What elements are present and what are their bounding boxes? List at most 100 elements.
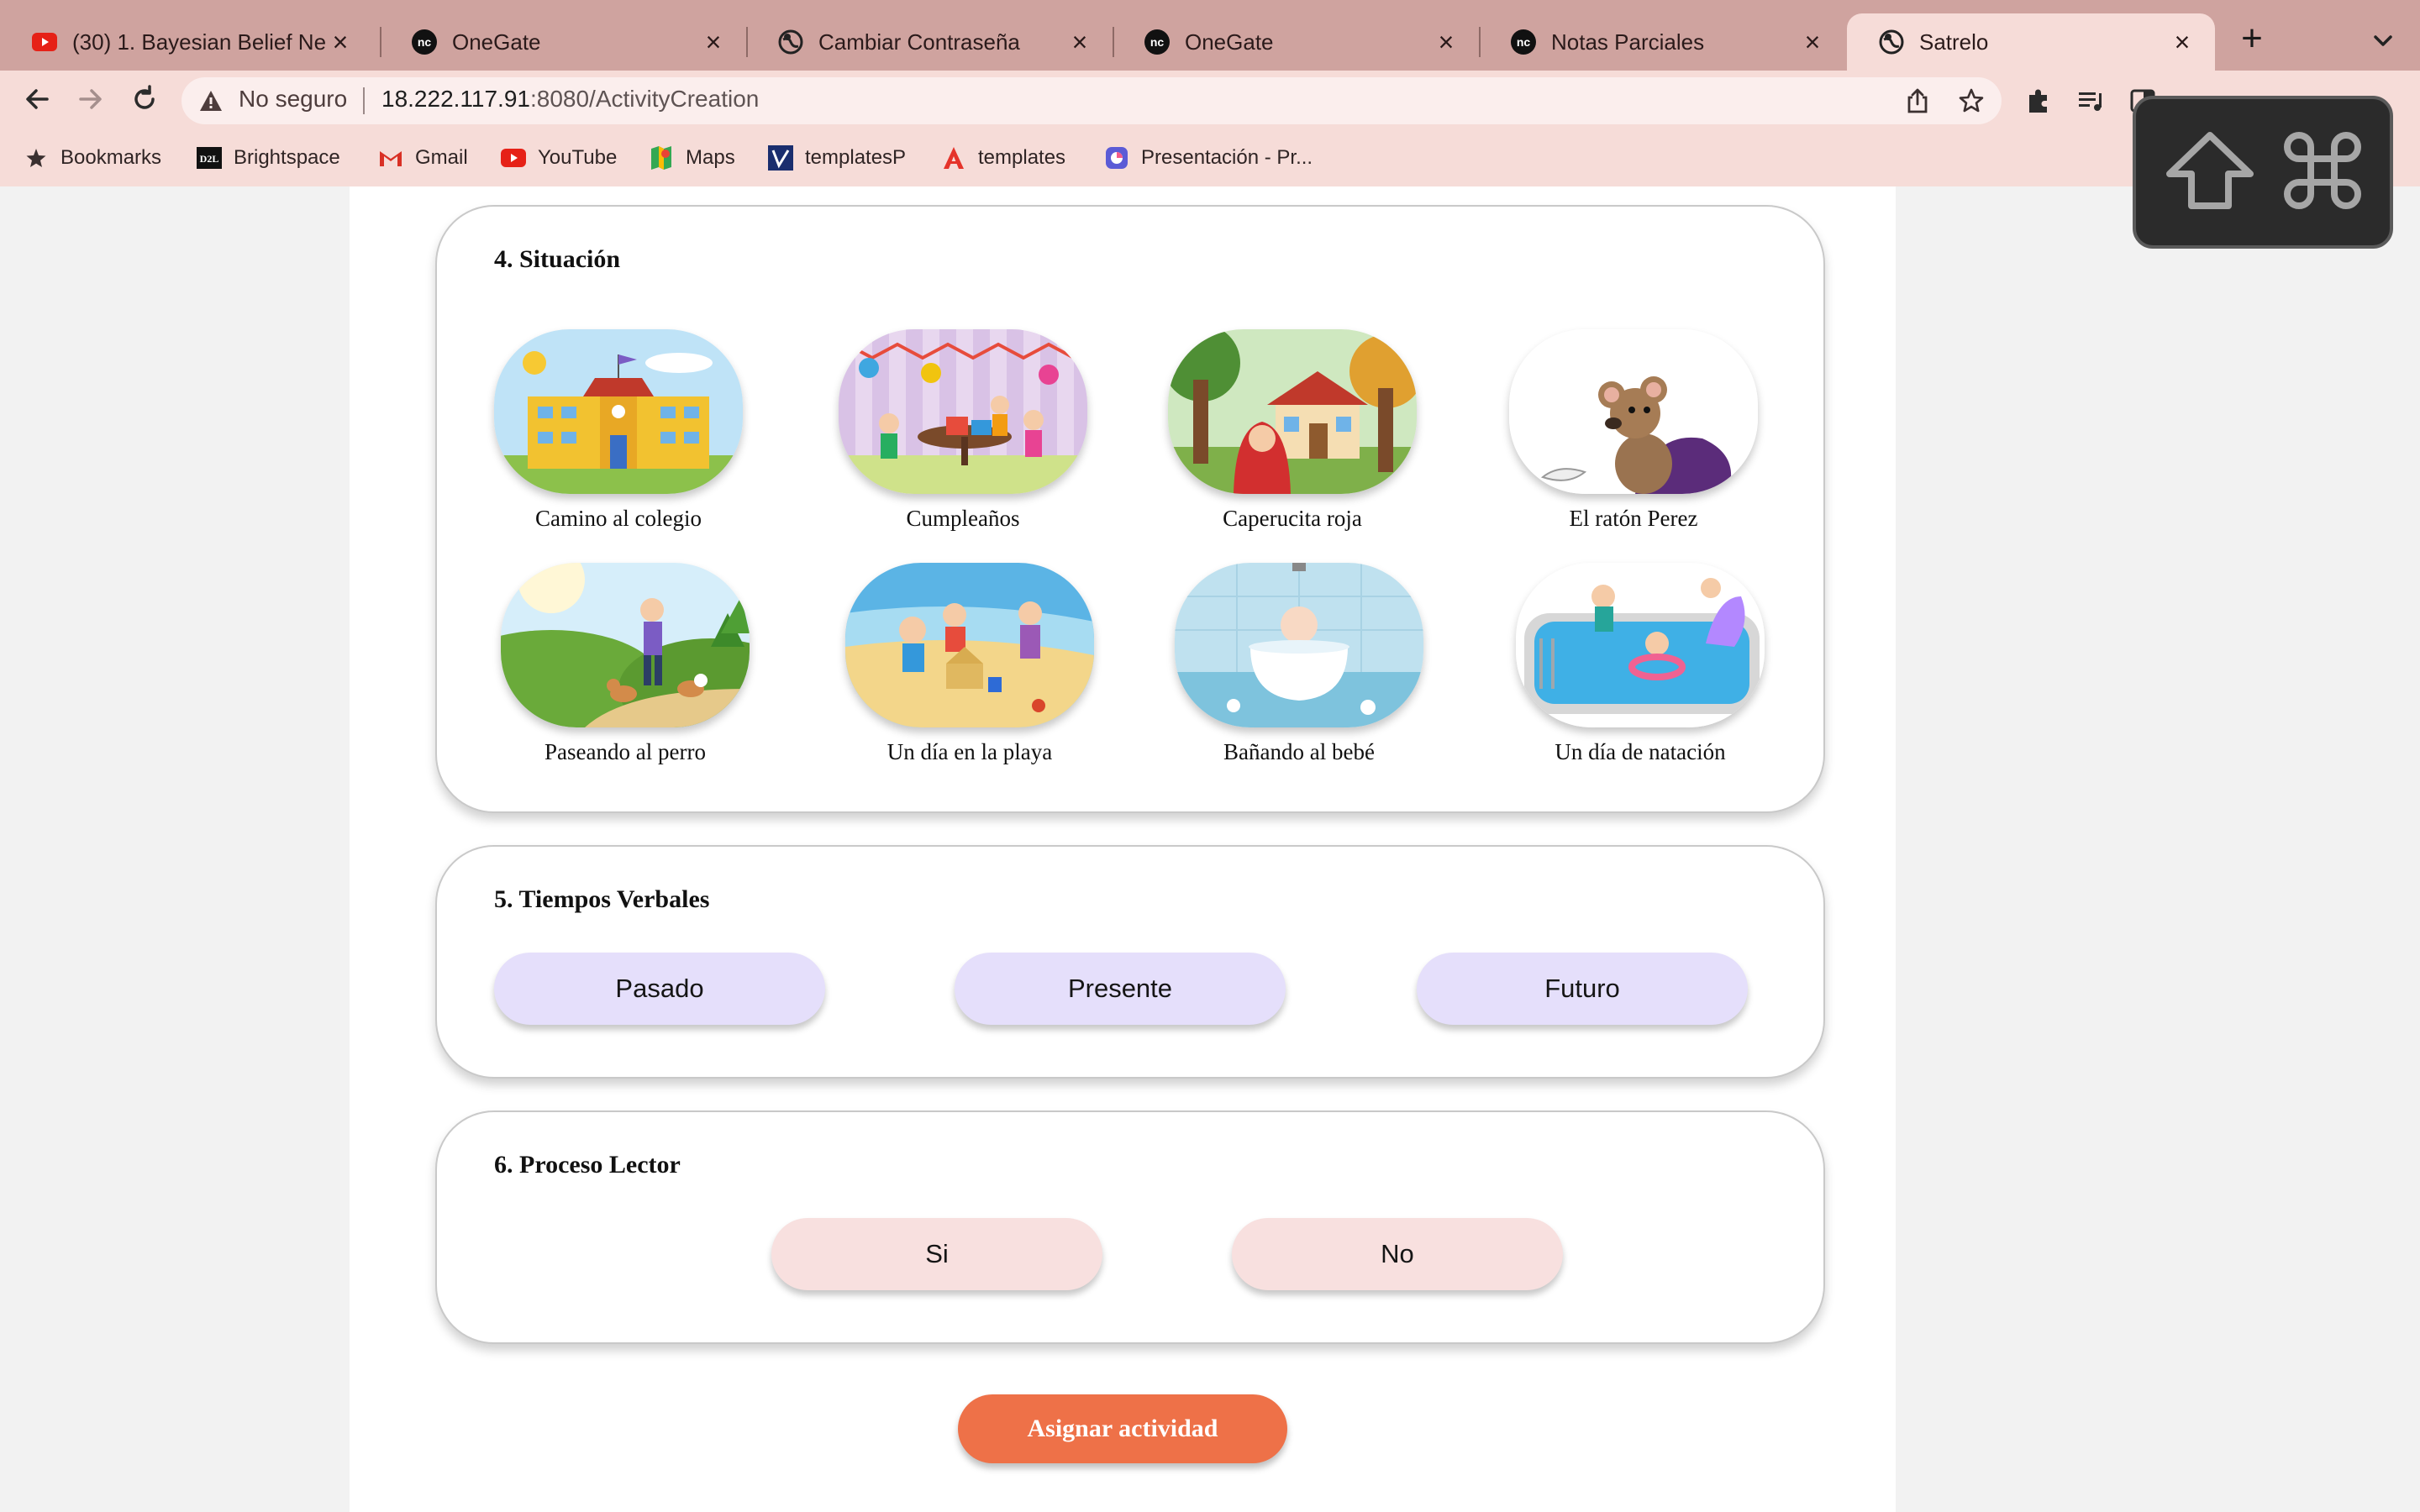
- situation-un-dia-de-natacion[interactable]: Un día de natación: [1514, 563, 1766, 765]
- tab-close-icon[interactable]: ×: [1065, 28, 1094, 56]
- bookmark-label: Presentación - Pr...: [1141, 146, 1313, 169]
- reload-icon[interactable]: [126, 81, 163, 118]
- tab-title: OneGate: [1185, 29, 1274, 55]
- youtube-icon: [501, 145, 526, 171]
- tab-title: Cambiar Contraseña: [818, 29, 1020, 55]
- tab-close-icon[interactable]: ×: [699, 28, 728, 56]
- situation-label: Un día en la playa: [886, 739, 1053, 764]
- bookmark-label: YouTube: [538, 146, 618, 169]
- birthday-picture: [839, 329, 1087, 494]
- tab-title: Notas Parciales: [1551, 29, 1705, 55]
- baby-bath-picture: [1175, 563, 1423, 727]
- globe-icon: [778, 29, 803, 55]
- security-label[interactable]: No seguro: [239, 86, 347, 113]
- svg-text:nc: nc: [1150, 35, 1165, 49]
- tab-cambiar-contrasena[interactable]: Cambiar Contraseña ×: [746, 13, 1113, 71]
- tab-close-icon[interactable]: ×: [326, 28, 355, 56]
- bookmark-maps[interactable]: Maps: [649, 143, 735, 173]
- tense-futuro-button[interactable]: Futuro: [1417, 953, 1748, 1025]
- situation-paseando-al-perro[interactable]: Paseando al perro: [499, 563, 751, 765]
- mouse-perez-picture: [1509, 329, 1758, 494]
- assign-activity-button[interactable]: Asignar actividad: [958, 1394, 1287, 1463]
- tiempos-title: 5. Tiempos Verbales: [494, 885, 710, 913]
- templates-icon: [941, 145, 966, 171]
- dog-walk-picture: [501, 563, 750, 727]
- situation-camino-al-colegio[interactable]: Camino al colegio: [492, 329, 744, 532]
- share-icon[interactable]: [1902, 86, 1933, 116]
- svg-text:nc: nc: [1517, 35, 1531, 49]
- tab-strip: (30) 1. Bayesian Belief Netw × nc OneGat…: [0, 0, 2420, 71]
- onegate-icon: nc: [1511, 29, 1536, 55]
- situation-label: Caperucita roja: [1223, 506, 1362, 531]
- bookmark-label: Gmail: [415, 146, 468, 169]
- warning-icon[interactable]: [198, 89, 224, 113]
- situation-el-raton-perez[interactable]: El ratón Perez: [1507, 329, 1760, 532]
- tab-bayesian[interactable]: (30) 1. Bayesian Belief Netw ×: [0, 13, 373, 71]
- bookmark-templates[interactable]: templates: [941, 143, 1065, 173]
- bookmark-label: Maps: [686, 146, 735, 169]
- bookmark-brightspace[interactable]: D2L Brightspace: [197, 143, 340, 173]
- chevron-down-icon[interactable]: [2368, 25, 2398, 55]
- templatesp-icon: [768, 145, 793, 171]
- situation-label: El ratón Perez: [1569, 506, 1698, 531]
- situation-cumpleanos[interactable]: Cumpleaños: [837, 329, 1089, 532]
- tab-onegate-1[interactable]: nc OneGate ×: [380, 13, 746, 71]
- situacion-title: 4. Situación: [494, 245, 621, 273]
- proceso-title: 6. Proceso Lector: [494, 1151, 681, 1179]
- back-arrow-icon[interactable]: [18, 81, 55, 118]
- bookmark-bookmarks[interactable]: Bookmarks: [24, 143, 161, 173]
- bookmark-youtube[interactable]: YouTube: [501, 143, 617, 173]
- svg-text:nc: nc: [418, 35, 432, 49]
- url-text[interactable]: 18.222.117.91:8080/ActivityCreation: [381, 86, 759, 113]
- situation-label: Paseando al perro: [544, 739, 706, 764]
- svg-text:D2L: D2L: [200, 153, 219, 165]
- bookmark-gmail[interactable]: Gmail: [378, 143, 468, 173]
- tab-close-icon[interactable]: ×: [1432, 28, 1460, 56]
- proceso-no-button[interactable]: No: [1232, 1218, 1563, 1290]
- tab-notas-parciales[interactable]: nc Notas Parciales ×: [1479, 13, 1845, 71]
- url-path: :8080/ActivityCreation: [529, 86, 760, 112]
- media-playlist-icon[interactable]: [2074, 84, 2107, 118]
- situation-un-dia-en-la-playa[interactable]: Un día en la playa: [844, 563, 1096, 765]
- beach-picture: [845, 563, 1094, 727]
- tense-pasado-button[interactable]: Pasado: [494, 953, 825, 1025]
- shift-key-icon: [2163, 130, 2257, 215]
- tense-presente-button[interactable]: Presente: [955, 953, 1286, 1025]
- tab-title: (30) 1. Bayesian Belief Netw: [72, 29, 326, 55]
- onegate-icon: nc: [412, 29, 437, 55]
- tab-satrelo[interactable]: Satrelo ×: [1847, 13, 2215, 71]
- tab-onegate-2[interactable]: nc OneGate ×: [1113, 13, 1479, 71]
- tab-title: OneGate: [452, 29, 541, 55]
- tab-close-icon[interactable]: ×: [1798, 28, 1827, 56]
- tab-close-icon[interactable]: ×: [2168, 28, 2196, 56]
- bookmark-label: templatesP: [805, 146, 907, 169]
- new-tab-icon[interactable]: +: [2233, 20, 2270, 59]
- globe-icon: [1879, 29, 1904, 55]
- presentation-icon: [1104, 145, 1129, 171]
- star-icon: [24, 145, 49, 171]
- situation-caperucita-roja[interactable]: Caperucita roja: [1166, 329, 1418, 532]
- situation-label: Camino al colegio: [535, 506, 702, 531]
- d2l-icon: D2L: [197, 145, 222, 171]
- bookmark-star-icon[interactable]: [1956, 86, 1986, 116]
- keyboard-shortcut-overlay: [2133, 96, 2393, 249]
- bookmark-label: Bookmarks: [60, 146, 162, 169]
- command-key-icon: [2282, 130, 2363, 215]
- situation-label: Cumpleaños: [906, 506, 1020, 531]
- proceso-si-button[interactable]: Si: [771, 1218, 1102, 1290]
- bookmark-templatesp[interactable]: templatesP: [768, 143, 906, 173]
- situation-label: Un día de natación: [1555, 739, 1726, 764]
- maps-icon: [649, 145, 674, 171]
- url-host: 18.222.117.91: [381, 86, 530, 112]
- situation-banando-al-bebe[interactable]: Bañando al bebé: [1173, 563, 1425, 765]
- bookmark-presentacion[interactable]: Presentación - Pr...: [1104, 143, 1313, 173]
- swimming-picture: [1516, 563, 1765, 727]
- bookmark-label: templates: [978, 146, 1066, 169]
- extensions-puzzle-icon[interactable]: [2022, 84, 2055, 118]
- forward-arrow-icon[interactable]: [72, 81, 109, 118]
- school-picture: [494, 329, 743, 494]
- address-divider: [363, 87, 365, 114]
- bookmark-label: Brightspace: [234, 146, 340, 169]
- situation-label: Bañando al bebé: [1223, 739, 1375, 764]
- gmail-icon: [378, 145, 403, 171]
